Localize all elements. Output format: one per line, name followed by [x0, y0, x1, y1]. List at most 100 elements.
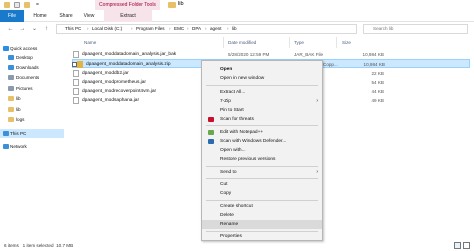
menu-item-send-to[interactable]: Send to ›	[202, 168, 322, 177]
sidebar-item-label: Network	[10, 144, 27, 149]
column-header-type[interactable]: Type	[294, 38, 304, 47]
file-size: 10,984 KB	[363, 62, 385, 67]
breadcrumb-program-files[interactable]: Program Files	[136, 25, 165, 33]
file-row[interactable]: dpaagent_moddatadomain_analysis.jar_bak …	[72, 50, 470, 59]
column-header-date[interactable]: Date modified	[228, 38, 256, 47]
breadcrumb-local-disk[interactable]: Local Disk (C:)	[92, 25, 122, 33]
window-title: lib	[178, 1, 184, 7]
menu-item-extract-all[interactable]: Extract All...	[202, 88, 322, 97]
menu-item-open-with[interactable]: Open with...	[202, 146, 322, 155]
back-button[interactable]: ←	[6, 24, 15, 34]
title-bar: = Compressed Folder Tools lib	[0, 0, 474, 10]
breadcrumb-agent[interactable]: agent	[210, 25, 222, 33]
navigation-pane: Quick access Desktop Downloads Documents…	[0, 36, 64, 241]
status-bar: 6 items 1 item selected 10.7 MB	[0, 241, 474, 251]
sidebar-item-pictures[interactable]: Pictures	[0, 84, 64, 93]
sidebar-item-lib[interactable]: lib	[0, 94, 64, 103]
sidebar-item-quick-access[interactable]: Quick access	[0, 44, 64, 53]
menu-item-open[interactable]: Open	[202, 65, 322, 74]
menu-separator	[206, 166, 318, 167]
menu-item-create-shortcut[interactable]: Create shortcut	[202, 202, 322, 211]
menu-item-copy[interactable]: Copy	[202, 189, 322, 198]
quick-access-separator[interactable]: =	[36, 2, 39, 8]
context-tab-header: Compressed Folder Tools	[95, 0, 160, 10]
tab-share[interactable]: Share	[54, 10, 78, 22]
menu-item-label: Open in new window	[220, 76, 265, 81]
sidebar-item-documents[interactable]: Documents	[0, 73, 64, 82]
menu-item-delete[interactable]: Delete	[202, 211, 322, 220]
breadcrumb-separator: ›	[169, 26, 171, 31]
jar-file-icon	[73, 88, 79, 95]
tab-file[interactable]: File	[0, 10, 24, 22]
search-placeholder: Search lib	[373, 26, 394, 31]
tab-home[interactable]: Home	[28, 10, 52, 22]
view-toggle-group	[454, 242, 472, 250]
menu-item-scan-for-threats[interactable]: Scan for threats	[202, 115, 322, 124]
file-size: 49 KB	[371, 98, 384, 103]
sidebar-item-downloads[interactable]: Downloads	[0, 63, 64, 72]
breadcrumb-this-pc[interactable]: This PC	[65, 25, 81, 33]
menu-separator	[206, 85, 318, 86]
sidebar-item-label: lib	[16, 107, 21, 112]
large-icons-view-icon[interactable]	[463, 242, 470, 249]
file-name: dpaagent_modrecoverpoint4vm.jar	[82, 89, 157, 94]
breadcrumb-emc[interactable]: EMC	[174, 25, 184, 33]
jar-file-icon	[73, 97, 79, 104]
menu-item-label: Extract All...	[220, 90, 246, 95]
menu-item-edit-notepad[interactable]: Edit with Notepad++	[202, 128, 322, 137]
menu-item-label: Edit with Notepad++	[220, 130, 264, 135]
column-divider[interactable]	[289, 37, 290, 48]
menu-item-open-new-window[interactable]: Open in new window	[202, 74, 322, 83]
column-divider[interactable]	[223, 37, 224, 48]
menu-item-pin-to-start[interactable]: Pin to Start	[202, 106, 322, 115]
address-bar[interactable]: This PC › Local Disk (C:) › Program File…	[56, 24, 357, 34]
sidebar-item-logs[interactable]: logs	[0, 115, 64, 124]
properties-icon[interactable]	[14, 2, 20, 8]
menu-item-properties[interactable]: Properties	[202, 232, 322, 241]
up-button[interactable]: ↑	[42, 24, 51, 34]
menu-item-rename[interactable]: Rename	[202, 220, 322, 229]
menu-item-restore-previous[interactable]: Restore previous versions	[202, 155, 322, 164]
desktop-icon	[8, 55, 14, 60]
details-view-icon[interactable]	[454, 242, 461, 249]
star-icon	[3, 46, 9, 51]
menu-item-label: Pin to Start	[220, 108, 244, 113]
submenu-arrow-icon: ›	[316, 169, 318, 175]
file-size: 54 KB	[371, 80, 384, 85]
recent-locations-button[interactable]: ⌄	[30, 24, 39, 34]
menu-item-scan-defender[interactable]: Scan with Windows Defender...	[202, 137, 322, 146]
menu-item-7zip[interactable]: 7-Zip ›	[202, 97, 322, 106]
tab-view[interactable]: View	[78, 10, 100, 22]
address-row: ← → ⌄ ↑ This PC › Local Disk (C:) › Prog…	[0, 23, 474, 35]
tab-extract[interactable]: Extract	[104, 10, 152, 22]
new-folder-icon[interactable]	[24, 2, 30, 8]
document-icon	[8, 75, 14, 80]
menu-item-label: Copy	[220, 191, 232, 196]
sidebar-item-lib-2[interactable]: lib	[0, 105, 64, 114]
sidebar-item-desktop[interactable]: Desktop	[0, 53, 64, 62]
breadcrumb-lib[interactable]: lib	[232, 25, 237, 33]
column-divider[interactable]	[336, 37, 337, 48]
column-header-size[interactable]: Size	[342, 38, 351, 47]
menu-item-cut[interactable]: Cut	[202, 180, 322, 189]
sidebar-item-network[interactable]: Network	[0, 142, 64, 151]
jar-file-icon	[73, 70, 79, 77]
sidebar-item-label: Pictures	[16, 86, 33, 91]
sidebar-item-this-pc[interactable]: This PC	[0, 129, 64, 138]
file-name: dpaagent_modsaphana.jar	[82, 98, 140, 103]
sidebar-item-label: Downloads	[16, 65, 39, 70]
file-date: 5/28/2020 12:59 PM	[228, 52, 270, 57]
file-size: 10,984 KB	[362, 52, 384, 57]
forward-button[interactable]: →	[18, 24, 27, 34]
column-header-name[interactable]: Name	[84, 38, 96, 47]
jar-file-icon	[73, 79, 79, 86]
menu-item-label: Send to	[220, 170, 237, 175]
breadcrumb-dpa[interactable]: DPA	[192, 25, 201, 33]
search-input[interactable]: Search lib	[363, 24, 468, 34]
file-name: dpaagent_modprometheus.jar	[82, 80, 147, 85]
breadcrumb-separator: ›	[187, 26, 189, 31]
sidebar-item-label: Desktop	[16, 55, 33, 60]
folder-icon	[8, 117, 14, 122]
sidebar-item-label: Documents	[16, 75, 40, 80]
menu-item-label: Properties	[220, 234, 242, 239]
